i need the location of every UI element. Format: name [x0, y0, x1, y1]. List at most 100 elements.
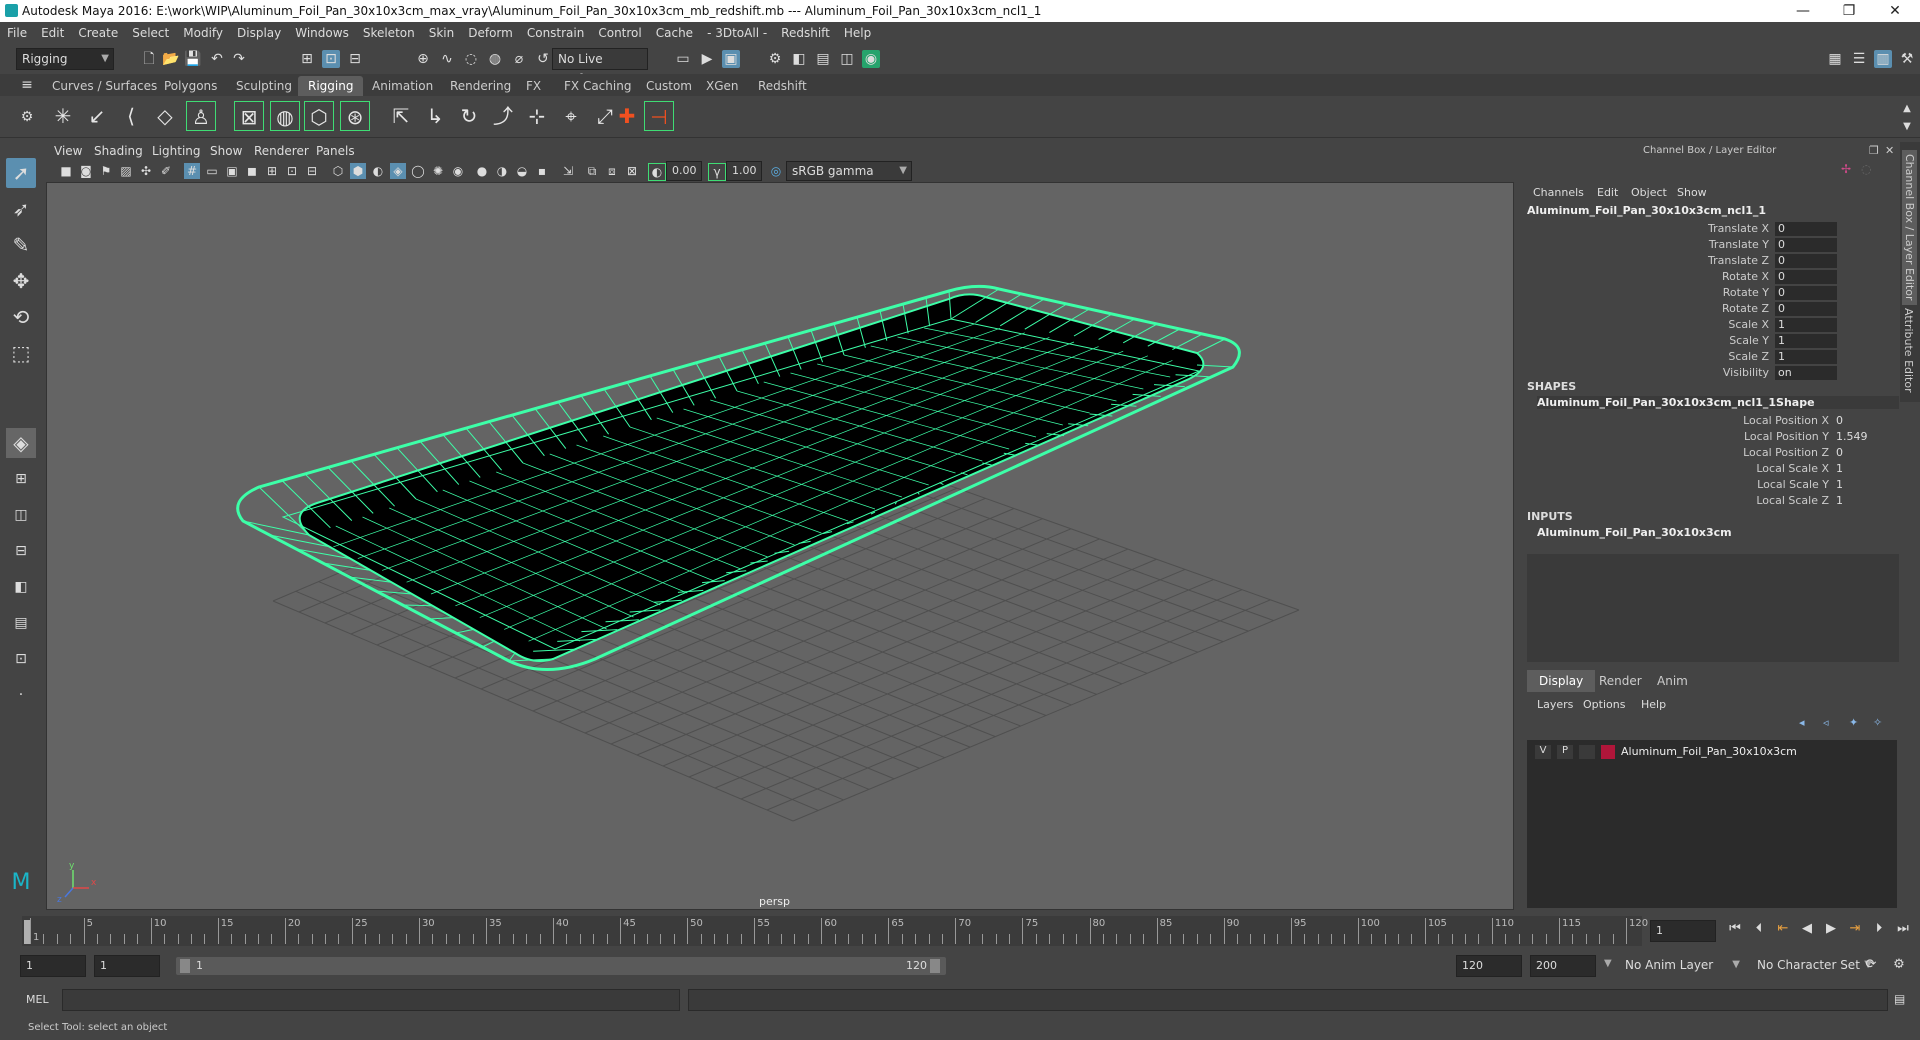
- color-management-icon[interactable]: ◎: [768, 163, 784, 179]
- live-surface-field[interactable]: No Live Surface: [552, 48, 648, 86]
- chevron-down-icon[interactable]: ▼: [1604, 958, 1612, 969]
- channel-value-field[interactable]: 1: [1775, 318, 1837, 332]
- input-name[interactable]: Aluminum_Foil_Pan_30x10x3cm: [1537, 526, 1732, 539]
- go-to-start-icon[interactable]: ⏮: [1726, 920, 1744, 938]
- close-panel-icon[interactable]: ✕: [1885, 144, 1894, 157]
- channel-value-field[interactable]: on: [1775, 366, 1837, 380]
- grease-pencil-icon[interactable]: ✐: [158, 163, 174, 179]
- new-empty-layer-icon[interactable]: ✦: [1849, 716, 1858, 729]
- layer-display-type-toggle[interactable]: [1579, 745, 1595, 759]
- wireframe-icon[interactable]: ⬡: [330, 163, 346, 179]
- image-plane-icon[interactable]: ▨: [118, 163, 134, 179]
- menu-redshift[interactable]: Redshift: [774, 22, 837, 44]
- range-start-handle[interactable]: [180, 959, 190, 973]
- bookmark-icon[interactable]: ⚑: [98, 163, 114, 179]
- render-icon[interactable]: ▶: [698, 50, 716, 68]
- lattice-icon[interactable]: ⬡: [304, 101, 334, 131]
- shelf-tab-fx[interactable]: FX: [516, 76, 551, 96]
- current-frame-field[interactable]: 1: [1650, 920, 1716, 942]
- ik-spline-icon[interactable]: ⟨: [116, 101, 146, 131]
- x-ray-components-icon[interactable]: ⊠: [624, 163, 640, 179]
- new-scene-icon[interactable]: 🗋: [140, 50, 158, 68]
- channel-box-toggle-icon[interactable]: ▥: [1874, 50, 1892, 68]
- locator-icon[interactable]: ✚: [612, 101, 642, 131]
- close-button[interactable]: ✕: [1872, 0, 1918, 22]
- play-forwards-icon[interactable]: ▶: [1822, 920, 1840, 938]
- step-forward-key-icon[interactable]: ⇥: [1846, 920, 1864, 938]
- layer-tab-display[interactable]: Display: [1527, 670, 1596, 692]
- shelf-settings-icon[interactable]: ⚙: [18, 108, 36, 126]
- shadows-icon[interactable]: ◉: [450, 163, 466, 179]
- select-object-icon[interactable]: ⊡: [322, 50, 340, 68]
- layer-color-swatch[interactable]: [1601, 745, 1615, 759]
- persp-graph-layout-icon[interactable]: ⊟: [6, 536, 36, 566]
- channel-label[interactable]: Rotate Y: [1523, 286, 1769, 299]
- gate-mask-icon[interactable]: ◼: [244, 163, 260, 179]
- shelf-tab-curves-surfaces[interactable]: Curves / Surfaces: [42, 76, 167, 96]
- snap-point-icon[interactable]: ◌: [462, 50, 480, 68]
- viewport-menu-shading[interactable]: Shading: [94, 142, 143, 160]
- default-material-icon[interactable]: ◐: [370, 163, 386, 179]
- channel-value-field[interactable]: 0: [1775, 222, 1837, 236]
- float-panel-icon[interactable]: ❐: [1869, 144, 1879, 157]
- shelf-tab-rendering[interactable]: Rendering: [440, 76, 521, 96]
- maximize-button[interactable]: ❐: [1826, 0, 1872, 22]
- orient-constraint-icon[interactable]: ↻: [454, 101, 484, 131]
- move-tool-icon[interactable]: ✥: [6, 266, 36, 296]
- scale-tool-icon[interactable]: ⬚: [6, 338, 36, 368]
- motion-blur-icon[interactable]: ◑: [494, 163, 510, 179]
- channel-label[interactable]: Scale Y: [1523, 334, 1769, 347]
- shape-channel-value[interactable]: 0: [1833, 446, 1895, 460]
- shelf-tab-animation[interactable]: Animation: [362, 76, 443, 96]
- shape-channel-label[interactable]: Local Position X: [1523, 414, 1829, 427]
- snap-curve-icon[interactable]: ∿: [438, 50, 456, 68]
- menuset-dropdown[interactable]: Rigging ▼: [16, 48, 114, 70]
- range-slider[interactable]: 1 120: [176, 957, 946, 975]
- viewport-menu-renderer[interactable]: Renderer: [254, 142, 309, 160]
- channel-value-field[interactable]: 0: [1775, 302, 1837, 316]
- layers-menu[interactable]: Layers: [1537, 698, 1573, 711]
- speed-icon[interactable]: ◌: [1861, 162, 1871, 176]
- ik-handle-icon[interactable]: ↙: [82, 101, 112, 131]
- isolate-select-icon[interactable]: ⇲: [560, 163, 576, 179]
- gamma-icon[interactable]: γ: [708, 163, 726, 181]
- render-view-icon[interactable]: ▤: [814, 50, 832, 68]
- parent-constraint-icon[interactable]: ⤴: [488, 101, 518, 131]
- object-name[interactable]: Aluminum_Foil_Pan_30x10x3cm_ncl1_1: [1527, 204, 1766, 217]
- shelf-menu-icon[interactable]: ≡: [18, 76, 36, 94]
- exposure-icon[interactable]: ◐: [648, 163, 666, 181]
- render-settings-icon[interactable]: ⚙: [766, 50, 784, 68]
- shelf-scroll-down-icon[interactable]: ▼: [1898, 118, 1916, 136]
- channel-value-field[interactable]: 0: [1775, 286, 1837, 300]
- menu-file[interactable]: File: [0, 22, 34, 44]
- channel-label[interactable]: Translate Z: [1523, 254, 1769, 267]
- shelf-tab-redshift[interactable]: Redshift: [748, 76, 817, 96]
- channel-label[interactable]: Scale Z: [1523, 350, 1769, 363]
- menu-windows[interactable]: Windows: [288, 22, 356, 44]
- bind-skin-icon[interactable]: ⊠: [234, 101, 264, 131]
- redshift-ipr-icon[interactable]: ◉: [862, 50, 880, 68]
- layer-playback-toggle[interactable]: P: [1557, 745, 1573, 759]
- viewport-menu-panels[interactable]: Panels: [316, 142, 355, 160]
- playback-end-field[interactable]: 120: [1456, 955, 1522, 977]
- play-backwards-icon[interactable]: ◀: [1798, 920, 1816, 938]
- menu-create[interactable]: Create: [71, 22, 125, 44]
- minimize-button[interactable]: —: [1780, 0, 1826, 22]
- step-forward-frame-icon[interactable]: ⏵: [1870, 920, 1888, 938]
- channel-label[interactable]: Visibility: [1523, 366, 1769, 379]
- redo-icon[interactable]: ↷: [230, 50, 248, 68]
- select-hierarchy-icon[interactable]: ⊞: [298, 50, 316, 68]
- shelf-scroll-up-icon[interactable]: ▲: [1898, 100, 1916, 118]
- create-joints-icon[interactable]: ✳: [48, 101, 78, 131]
- color-space-dropdown[interactable]: sRGB gamma ▼: [786, 161, 912, 181]
- scale-constraint-icon[interactable]: ⊹: [522, 101, 552, 131]
- single-view-layout-icon[interactable]: ◈: [6, 428, 36, 458]
- viewport-menu-lighting[interactable]: Lighting: [152, 142, 201, 160]
- shape-channel-label[interactable]: Local Scale Y: [1523, 478, 1829, 491]
- menu-select[interactable]: Select: [125, 22, 176, 44]
- shape-channel-value[interactable]: 1: [1833, 494, 1895, 508]
- set-driven-key-icon[interactable]: ⊣: [644, 101, 674, 131]
- shelf-tab-rigging[interactable]: Rigging: [298, 76, 364, 96]
- undo-icon[interactable]: ↶: [208, 50, 226, 68]
- shape-channel-label[interactable]: Local Scale Z: [1523, 494, 1829, 507]
